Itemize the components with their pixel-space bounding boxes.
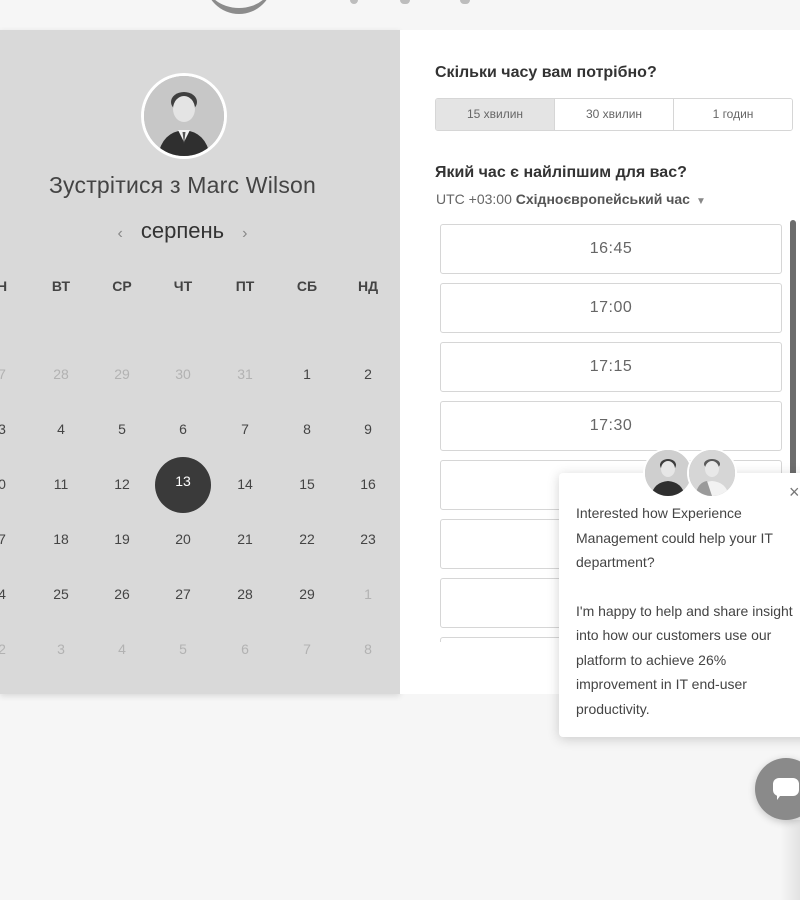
timezone-offset: UTC +03:00 — [436, 191, 512, 207]
calendar-day: 31 — [237, 366, 253, 382]
top-bar — [0, 0, 800, 30]
host-avatar — [141, 73, 227, 159]
calendar-day[interactable]: 15 — [287, 476, 327, 492]
logo-fragment-dot — [350, 0, 358, 4]
time-slot[interactable]: 17:15 — [440, 342, 782, 392]
calendar-day[interactable]: 0 — [0, 476, 22, 492]
chat-agent-avatars — [643, 448, 739, 500]
weekday-header: СБ — [296, 278, 318, 294]
calendar-day[interactable]: 18 — [41, 531, 81, 547]
chat-launcher-button[interactable] — [755, 758, 800, 820]
calendar-day[interactable]: 5 — [102, 421, 142, 437]
calendar-day[interactable]: 14 — [225, 476, 265, 492]
calendar-day: 4 — [118, 641, 126, 657]
logo-fragment-dot — [400, 0, 410, 4]
weekday-header: НД — [357, 278, 379, 294]
duration-selector: 15 хвилин 30 хвилин 1 годин — [435, 98, 793, 131]
calendar-day: 28 — [53, 366, 69, 382]
weekday-header: ПТ — [235, 278, 255, 294]
weekday-header: СР — [112, 278, 132, 294]
calendar-day[interactable]: 20 — [163, 531, 203, 547]
month-navigation: ‹ серпень › — [0, 218, 365, 244]
edge-shadow — [780, 820, 800, 900]
calendar-day[interactable]: 12 — [102, 476, 142, 492]
calendar-day[interactable]: 16 — [348, 476, 388, 492]
chat-agent-avatar — [687, 448, 737, 498]
calendar-day[interactable]: 3 — [0, 421, 22, 437]
calendar-day[interactable]: 2 — [348, 366, 388, 382]
chat-message: Interested how Experience Management cou… — [576, 501, 800, 721]
calendar-day[interactable]: 21 — [225, 531, 265, 547]
weekday-header: ВТ — [51, 278, 71, 294]
calendar-day-selected[interactable]: 13 — [155, 457, 211, 513]
caret-down-icon: ▼ — [695, 196, 706, 207]
chat-message-paragraph: I'm happy to help and share insight into… — [576, 602, 793, 717]
calendar-day[interactable]: 28 — [225, 586, 265, 602]
weekday-header: ЧТ — [173, 278, 193, 294]
calendar-day[interactable]: 7 — [225, 421, 265, 437]
time-slot[interactable]: 17:30 — [440, 401, 782, 451]
calendar-day: 8 — [364, 641, 372, 657]
calendar-day: 2 — [0, 641, 6, 657]
logo-fragment-dot — [460, 0, 470, 4]
calendar-day[interactable]: 26 — [102, 586, 142, 602]
calendar-day[interactable]: 11 — [41, 476, 81, 492]
timezone-name: Східноєвропейський час — [515, 191, 690, 207]
calendar-day: 7 — [303, 641, 311, 657]
time-slot[interactable]: 16:45 — [440, 224, 782, 274]
calendar-day: 7 — [0, 366, 6, 382]
duration-option-60[interactable]: 1 годин — [674, 99, 792, 130]
calendar-day[interactable]: 4 — [41, 421, 81, 437]
chat-agent-avatar — [643, 448, 693, 498]
calendar-day: 30 — [175, 366, 191, 382]
calendar-day: 5 — [179, 641, 187, 657]
weekday-header: Н — [0, 278, 8, 294]
chat-message-paragraph: Interested how Experience Management cou… — [576, 505, 773, 570]
logo-fragment — [205, 0, 273, 14]
next-month-button[interactable]: › — [242, 225, 247, 242]
meet-title: Зустрітися з Marc Wilson — [48, 172, 317, 198]
calendar-day: 3 — [57, 641, 65, 657]
calendar-day[interactable]: 8 — [287, 421, 327, 437]
calendar-day[interactable]: 25 — [41, 586, 81, 602]
calendar-day[interactable]: 9 — [348, 421, 388, 437]
calendar-day[interactable]: 7 — [0, 531, 22, 547]
calendar-day: 6 — [241, 641, 249, 657]
calendar-day[interactable]: 4 — [0, 586, 22, 602]
timezone-dropdown[interactable]: UTC +03:00 Східноєвропейський час ▼ — [436, 191, 706, 207]
calendar-day[interactable]: 23 — [348, 531, 388, 547]
calendar-day[interactable]: 27 — [163, 586, 203, 602]
time-slot[interactable]: 17:00 — [440, 283, 782, 333]
close-icon[interactable]: × — [789, 482, 800, 503]
prev-month-button[interactable]: ‹ — [118, 225, 123, 242]
calendar-day[interactable]: 6 — [163, 421, 203, 437]
calendar-day[interactable]: 19 — [102, 531, 142, 547]
duration-option-30[interactable]: 30 хвилин — [555, 99, 674, 130]
calendar-day[interactable]: 29 — [287, 586, 327, 602]
chat-bubble-tail — [777, 792, 783, 800]
calendar-day: 1 — [364, 586, 372, 602]
calendar-day[interactable]: 1 — [287, 366, 327, 382]
duration-question: Скільки часу вам потрібно? — [435, 64, 657, 81]
calendar-day: 29 — [114, 366, 130, 382]
duration-option-15[interactable]: 15 хвилин — [436, 99, 555, 130]
month-label: серпень — [140, 218, 225, 243]
time-question: Який час є найліпшим для вас? — [435, 164, 687, 181]
calendar-day[interactable]: 22 — [287, 531, 327, 547]
